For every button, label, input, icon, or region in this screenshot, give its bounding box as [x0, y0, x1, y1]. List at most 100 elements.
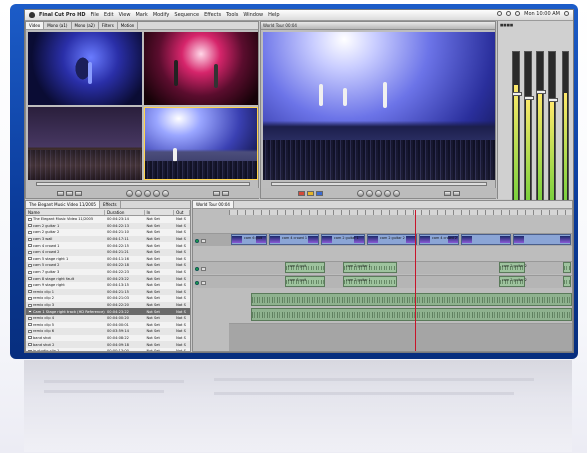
browser-row[interactable]: cam 8 stage right fault 00:04:23:22 Not Se…: [26, 275, 190, 282]
audio-clip[interactable]: cam 2 guitar 1: [343, 276, 397, 287]
canvas-prev-edit-button[interactable]: [357, 189, 364, 197]
menu-help[interactable]: Help: [268, 12, 279, 18]
canvas-play-button[interactable]: [375, 189, 382, 197]
video-clip[interactable]: cam 4 crowd 2: [419, 234, 459, 245]
app-menu[interactable]: Final Cut Pro HD: [39, 12, 86, 18]
browser-row[interactable]: cam 7 guitar 3 00:04:22:23 Not Set Not S: [26, 268, 190, 276]
multiclip-angle-3[interactable]: [28, 107, 142, 180]
browser-row[interactable]: in studio clip 1 00:00:13:00 Not Set Not S: [26, 347, 190, 351]
canvas-insert-button[interactable]: [298, 190, 305, 196]
browser-row[interactable]: cam 4 crowd 1 00:04:22:15 Not Set Not S: [26, 242, 190, 249]
browser-row[interactable]: cam 5 stage right 1 00:04:11:16 Not Set Not…: [26, 255, 190, 263]
menu-file[interactable]: File: [91, 12, 99, 18]
browser-row[interactable]: band shot 00:04:08:22 Not Set Not S: [26, 334, 190, 342]
audio-clip[interactable]: [563, 276, 571, 287]
viewer-match-frame-button[interactable]: [57, 190, 64, 196]
browser-row[interactable]: cam 4 crowd 2 00:04:21:21 Not Set Not S: [26, 248, 190, 256]
audio-clip[interactable]: [563, 262, 571, 273]
canvas-scrubber[interactable]: [271, 182, 487, 186]
viewer-play-in-out-button[interactable]: [135, 189, 142, 197]
tab-project[interactable]: The Elegant Music Video 11/2005: [26, 201, 100, 208]
menu-edit[interactable]: Edit: [104, 12, 114, 18]
bluetooth-icon[interactable]: [497, 11, 503, 16]
tab-video[interactable]: Video: [26, 22, 45, 29]
column-out[interactable]: Out: [174, 209, 190, 215]
track-visibility-icon[interactable]: [195, 238, 199, 243]
browser-row[interactable]: remix clip 4 00:04:00:20 Not Set Not S: [26, 314, 190, 322]
viewer-mark-out-button[interactable]: [75, 190, 82, 196]
browser-row[interactable]: band shot 2 00:04:09:18 Not Set Not S: [26, 341, 190, 348]
audio-clip[interactable]: cam 6 guit: [285, 262, 325, 273]
browser-row[interactable]: Cam 1 Stage right track (HD Reference) 00…: [26, 308, 190, 315]
menu-effects[interactable]: Effects: [204, 12, 221, 18]
canvas-replace-button[interactable]: [316, 190, 323, 196]
audio-clip[interactable]: cam 2 guitar 2: [499, 276, 527, 287]
timeline-playhead[interactable]: [415, 210, 416, 351]
browser-row[interactable]: The Elegant Music Video 11/2005 00:04:23:…: [26, 216, 190, 223]
apple-menu-icon[interactable]: [29, 12, 35, 18]
canvas-add-keyframe-button[interactable]: [453, 190, 460, 196]
track-audible-icon[interactable]: [195, 266, 199, 271]
audio-clip[interactable]: cam 2 guitar 2: [499, 262, 527, 273]
tab-filters[interactable]: Filters: [99, 22, 118, 29]
column-duration[interactable]: Duration: [105, 209, 145, 215]
timeline-ruler[interactable]: [229, 210, 572, 215]
viewer-add-marker-button[interactable]: [213, 190, 220, 196]
menu-modify[interactable]: Modify: [153, 12, 170, 18]
multiclip-angle-4[interactable]: [144, 107, 258, 180]
canvas-add-marker-button[interactable]: [444, 190, 451, 196]
track-audible-icon[interactable]: [195, 280, 199, 285]
track-lock-icon[interactable]: [201, 238, 206, 243]
menu-mark[interactable]: Mark: [135, 12, 147, 18]
video-clip[interactable]: cam 4 crowd 1: [269, 234, 319, 245]
audio-meter-1[interactable]: [512, 51, 522, 201]
viewer-add-keyframe-button[interactable]: [222, 190, 229, 196]
audio-waveform-a3[interactable]: [251, 293, 572, 306]
canvas-next-edit-button[interactable]: [393, 189, 400, 197]
browser-row[interactable]: remix clip 1 00:04:21:15 Not Set Not S: [26, 288, 190, 296]
audio-clip[interactable]: cam 2 guitar 1: [343, 262, 397, 273]
viewer-scrubber[interactable]: [36, 182, 250, 186]
viewer-play-around-button[interactable]: [153, 189, 160, 197]
menu-window[interactable]: Window: [243, 12, 263, 18]
browser-row[interactable]: cam 2 guitar 1 00:04:22:13 Not Set Not S: [26, 222, 190, 230]
audio-meter-4[interactable]: [548, 51, 558, 201]
track-lock-icon[interactable]: [201, 266, 206, 271]
menu-clock[interactable]: Mon 10:00 AM: [524, 11, 560, 17]
canvas-play-around-button[interactable]: [384, 189, 391, 197]
tab-effects[interactable]: Effects: [100, 201, 121, 208]
audio-meter-3[interactable]: [536, 51, 546, 201]
audio-waveform-a4[interactable]: [251, 308, 572, 321]
browser-row[interactable]: cam 5 crowd 2 00:04:22:18 Not Set Not S: [26, 262, 190, 269]
browser-row[interactable]: cam 3 wall 00:04:17:11 Not Set Not S: [26, 235, 190, 243]
canvas-overwrite-button[interactable]: [307, 190, 314, 196]
tab-motion[interactable]: Motion: [118, 22, 139, 29]
menu-view[interactable]: View: [119, 12, 131, 18]
master-meter[interactable]: [562, 51, 569, 201]
viewer-prev-edit-button[interactable]: [126, 189, 133, 197]
video-clip[interactable]: cam 6 guit: [231, 234, 267, 245]
video-clip[interactable]: cam 2 guitar 1: [321, 234, 365, 245]
menu-sequence[interactable]: Sequence: [174, 12, 199, 18]
audio-clip[interactable]: cam 6 guit: [285, 276, 325, 287]
multiclip-angle-2[interactable]: [144, 32, 258, 105]
viewer-play-button[interactable]: [144, 189, 151, 197]
video-clip[interactable]: [513, 234, 571, 245]
menu-tools[interactable]: Tools: [226, 12, 238, 18]
browser-row[interactable]: cam 2 guitar 2 00:04:21:10 Not Set Not S: [26, 229, 190, 236]
video-clip[interactable]: [461, 234, 511, 245]
tab-mono-a1[interactable]: Mono (a1): [44, 22, 72, 29]
sync-icon[interactable]: [506, 11, 512, 16]
viewer-next-edit-button[interactable]: [162, 189, 169, 197]
canvas-play-in-out-button[interactable]: [366, 189, 373, 197]
tab-mono-a2[interactable]: Mono (a2): [72, 22, 99, 29]
spotlight-icon[interactable]: [564, 11, 569, 16]
audio-meter-2[interactable]: [524, 51, 534, 201]
column-in[interactable]: In: [145, 209, 175, 215]
browser-row[interactable]: remix clip 6 00:03:59:14 Not Set Not S: [26, 328, 190, 335]
video-clip[interactable]: cam 2 guitar 2: [367, 234, 417, 245]
multiclip-angle-1[interactable]: [28, 32, 142, 105]
viewer-mark-in-button[interactable]: [66, 190, 73, 196]
track-lock-icon[interactable]: [201, 280, 206, 285]
browser-row[interactable]: remix clip 2 00:04:21:03 Not Set Not S: [26, 295, 190, 302]
